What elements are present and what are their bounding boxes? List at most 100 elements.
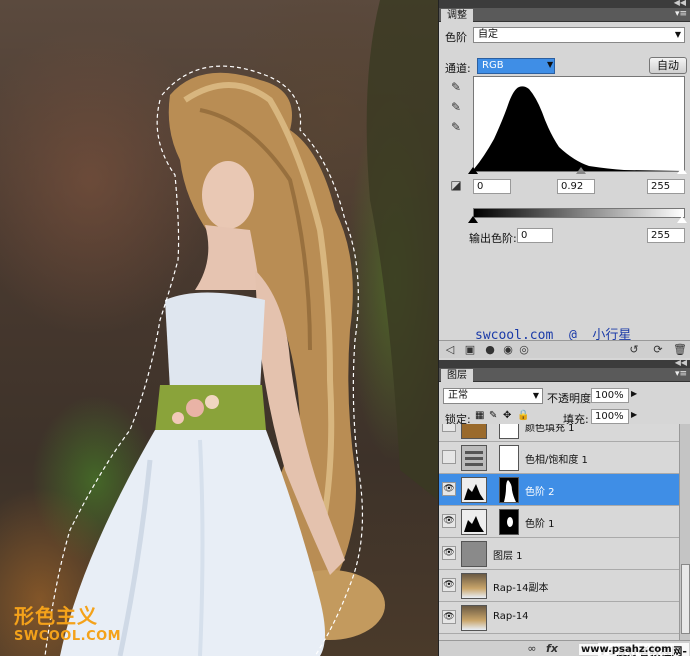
- canvas-watermark: 形色主义 SWCOOL.COM: [14, 600, 121, 644]
- eye-icon[interactable]: 👁: [442, 578, 456, 592]
- visibility-empty-icon[interactable]: [442, 424, 456, 432]
- layer-mask-thumb: [499, 509, 519, 535]
- eye-icon[interactable]: 👁: [442, 610, 456, 624]
- layer-mask-thumb: [499, 424, 519, 439]
- layer-name: 色阶 2: [525, 487, 555, 498]
- histogram-graph: [474, 86, 684, 171]
- channel-label: 通道:: [445, 62, 471, 75]
- layer-row-levels-1[interactable]: 👁 色阶 1: [439, 506, 679, 538]
- huesat-icon: [465, 451, 483, 466]
- layer-name: 色相/饱和度 1: [525, 455, 588, 466]
- preset-select[interactable]: 自定 ▼: [473, 27, 685, 43]
- reset-icon[interactable]: ⟳: [651, 343, 665, 357]
- layer-name: Rap-14: [493, 611, 529, 622]
- tab-adjustments[interactable]: 调整: [441, 9, 473, 22]
- opacity-label: 不透明度:: [547, 392, 595, 405]
- layer-row-hue-saturation[interactable]: 色相/饱和度 1: [439, 442, 679, 474]
- layer-mask-thumb: [499, 445, 519, 471]
- white-eyedropper-icon[interactable]: ✎: [449, 120, 463, 134]
- lock-all-icon[interactable]: 🔒: [517, 410, 529, 421]
- previous-state-icon[interactable]: ↺: [627, 343, 641, 357]
- levels-icon: [464, 484, 484, 500]
- output-white-handle[interactable]: [677, 216, 687, 223]
- eye-icon[interactable]: 👁: [442, 546, 456, 560]
- eye-icon[interactable]: ◎: [517, 343, 531, 357]
- visibility-toggle-icon[interactable]: ●: [483, 343, 497, 357]
- layer-row-rap14-copy[interactable]: 👁 Rap-14副本: [439, 570, 679, 602]
- scrollbar-thumb[interactable]: [681, 564, 690, 634]
- collapse-arrows-icon[interactable]: ◀◀: [674, 0, 686, 7]
- panel-menu-icon[interactable]: ▾≡: [675, 9, 687, 19]
- lock-move-icon[interactable]: ✥: [503, 410, 511, 421]
- blend-mode-select[interactable]: 正常 ▼: [443, 388, 543, 404]
- channel-dropdown-icon[interactable]: ▼: [547, 60, 553, 69]
- delete-icon[interactable]: 🗑: [673, 343, 687, 357]
- fx-icon[interactable]: fx: [545, 642, 559, 656]
- panel-collapse-bar[interactable]: ◀◀: [439, 0, 690, 8]
- layer-thumb: [461, 424, 487, 439]
- preset-label: 色阶: [445, 31, 467, 44]
- photo-canvas[interactable]: 形色主义 SWCOOL.COM: [0, 0, 438, 656]
- preset-value: 自定: [478, 29, 498, 40]
- adjustments-toolbar: ◁ ▣ ● ◉ ◎ ↺ ⟳ 🗑: [439, 340, 690, 358]
- clip-to-layer-icon[interactable]: ◉: [501, 343, 515, 357]
- layers-collapse-arrows-icon[interactable]: ◀◀: [675, 358, 687, 367]
- output-white-field[interactable]: 255: [647, 228, 685, 243]
- adjustments-panel: 调整 ▾≡ 色阶 自定 ▼ 通道: RGB ▼ 自动 ✎ ✎ ✎ ◪ 0 0.9…: [439, 8, 690, 358]
- output-label: 输出色阶:: [469, 232, 517, 245]
- black-eyedropper-icon[interactable]: ✎: [449, 80, 463, 94]
- mask-shape: [504, 480, 516, 502]
- watermark-cn: 形色主义: [14, 604, 98, 628]
- chevron-down-icon: ▼: [674, 30, 681, 39]
- layer-row-levels-2[interactable]: 👁 色阶 2: [439, 474, 679, 506]
- layers-scrollbar[interactable]: [679, 424, 690, 644]
- adjustment-thumb: [461, 477, 487, 503]
- layers-tab-row: 图层 ▾≡: [439, 368, 690, 382]
- gray-eyedropper-icon[interactable]: ✎: [449, 100, 463, 114]
- lock-paint-icon[interactable]: ✎: [489, 410, 497, 421]
- channel-select[interactable]: RGB: [477, 58, 555, 74]
- layers-panel: ◀◀ 图层 ▾≡ 正常 ▼ 不透明度: 100% ▶ 锁定: ▦ ✎ ✥ 🔒 填…: [439, 358, 690, 656]
- layer-list: 颜色填充 1 色相/饱和度 1 👁 色阶 2 👁 色阶 1 👁 图层 1 👁 R…: [439, 424, 679, 644]
- clipping-icon[interactable]: ◪: [447, 178, 465, 192]
- tab-layers[interactable]: 图层: [441, 369, 473, 382]
- right-panels: ◀◀ 调整 ▾≡ 色阶 自定 ▼ 通道: RGB ▼ 自动 ✎ ✎ ✎ ◪ 0 …: [438, 0, 690, 656]
- opacity-arrow-icon[interactable]: ▶: [631, 389, 637, 398]
- layer-name: Rap-14副本: [493, 583, 549, 594]
- eye-icon[interactable]: 👁: [442, 514, 456, 528]
- layer-mask-thumb: [499, 477, 519, 503]
- auto-button[interactable]: 自动: [649, 57, 687, 74]
- link-icon[interactable]: ∞: [525, 642, 539, 656]
- input-white-field[interactable]: 255: [647, 179, 685, 194]
- adjustment-thumb: [461, 509, 487, 535]
- layer-clip-icon[interactable]: ▣: [463, 343, 477, 357]
- layer-thumb: [461, 541, 487, 567]
- visibility-empty-icon[interactable]: [442, 450, 456, 464]
- eye-icon[interactable]: 👁: [442, 482, 456, 496]
- input-white-handle[interactable]: [677, 167, 687, 174]
- opacity-field[interactable]: 100%: [591, 388, 629, 403]
- layer-name: 颜色填充 1: [525, 424, 575, 434]
- layer-row-color-fill[interactable]: 颜色填充 1: [439, 424, 679, 442]
- adjustment-thumb: [461, 445, 487, 471]
- lock-transparent-icon[interactable]: ▦: [475, 410, 484, 421]
- fill-arrow-icon[interactable]: ▶: [631, 410, 637, 419]
- layer-thumb: [461, 573, 487, 599]
- channel-value: RGB: [482, 60, 504, 71]
- back-arrow-icon[interactable]: ◁: [443, 343, 457, 357]
- layer-row-layer-1[interactable]: 👁 图层 1: [439, 538, 679, 570]
- levels-histogram: [473, 76, 685, 172]
- layers-menu-icon[interactable]: ▾≡: [675, 369, 687, 379]
- output-black-field[interactable]: 0: [517, 228, 553, 243]
- site-url: www.psahz.com: [579, 644, 674, 655]
- input-black-field[interactable]: 0: [473, 179, 511, 194]
- mask-shape: [507, 517, 513, 527]
- output-black-handle[interactable]: [468, 216, 478, 223]
- layers-collapse-bar[interactable]: ◀◀: [439, 358, 690, 368]
- layer-row-rap14[interactable]: 👁 Rap-14: [439, 602, 679, 634]
- input-black-handle[interactable]: [468, 167, 478, 174]
- layer-name: 色阶 1: [525, 519, 555, 530]
- fill-field[interactable]: 100%: [591, 409, 629, 424]
- input-gamma-field[interactable]: 0.92: [557, 179, 595, 194]
- input-gamma-handle[interactable]: [576, 167, 586, 174]
